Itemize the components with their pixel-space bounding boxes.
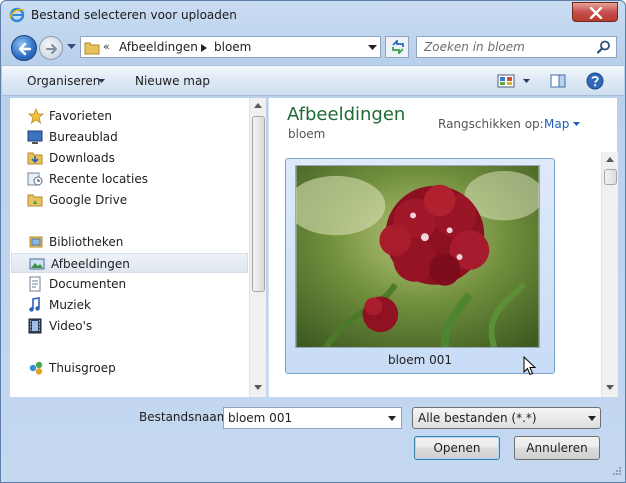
nav-item-label: Afbeeldingen [51,257,130,271]
nav-item-bureaublad[interactable]: Bureaublad [10,127,248,147]
filename-value[interactable]: bloem 001 [228,411,292,425]
folder-icon [84,42,100,55]
address-bar[interactable]: « Afbeeldingen bloem [80,36,381,58]
open-button[interactable]: Openen [414,436,500,460]
chevron-down-icon[interactable] [573,122,580,127]
chevron-right-icon[interactable] [201,44,207,52]
file-item-name: bloem 001 [387,353,453,367]
nav-item-label: Downloads [49,151,115,165]
chevron-down-icon[interactable] [523,79,530,84]
nav-item-label: Recente locaties [49,172,148,186]
nav-item-muziek[interactable]: Muziek [10,295,248,315]
libraries-icon [29,236,43,248]
arrow-right-icon [46,44,57,54]
nav-favorites[interactable]: Favorieten [10,106,248,126]
refresh-button[interactable] [385,36,409,58]
content-scroll-thumb[interactable] [604,169,617,185]
flower-thumbnail-image [295,165,540,348]
command-toolbar: Organiseren Nieuwe map [2,65,624,96]
music-icon [29,297,40,312]
downloads-folder-icon [27,152,43,165]
nav-item-recente-locaties[interactable]: Recente locaties [10,169,248,189]
nav-item-videos[interactable]: Video's [10,316,248,336]
scroll-up-arrow-icon[interactable] [254,103,262,108]
resize-grip-icon[interactable] [610,466,622,478]
internet-explorer-icon [9,7,25,23]
desktop-icon [27,130,43,144]
scroll-up-arrow-icon[interactable] [606,157,614,162]
address-segment-bloem[interactable]: bloem [214,40,251,54]
chevron-down-icon[interactable] [388,416,396,421]
address-overflow-chevron[interactable]: « [103,40,110,53]
close-icon [589,7,603,19]
nav-libraries[interactable]: Bibliotheken [10,232,248,252]
nav-homegroup[interactable]: Thuisgroep [10,358,248,378]
documents-icon [29,276,41,292]
videos-icon [28,318,42,334]
nav-item-label: Google Drive [49,193,128,207]
address-segment-afbeeldingen[interactable]: Afbeeldingen [119,40,198,54]
scroll-down-arrow-icon[interactable] [254,385,262,390]
title-bar[interactable]: Bestand selecteren voor uploaden [1,1,625,31]
library-subtitle: bloem [288,127,326,141]
nav-item-label: Bureaublad [49,130,118,144]
navigation-scrollbar[interactable] [249,98,266,397]
mouse-cursor-icon [523,356,537,376]
organise-button[interactable]: Organiseren [27,74,100,88]
google-drive-folder-icon [27,194,43,207]
nav-item-label: Documenten [49,277,127,291]
search-box[interactable]: Zoeken in bloem [416,36,617,58]
content-scrollbar[interactable] [601,152,618,397]
recent-pages-chevron-down-icon[interactable] [67,44,76,50]
search-placeholder: Zoeken in bloem [424,40,525,54]
search-icon[interactable] [597,40,611,54]
nav-item-documenten[interactable]: Documenten [10,274,248,294]
window-title: Bestand selecteren voor uploaden [31,8,237,22]
file-type-filter-value: Alle bestanden (*.*) [418,411,537,425]
new-folder-button[interactable]: Nieuwe map [135,74,210,88]
nav-item-afbeeldingen[interactable]: Afbeeldingen [11,253,248,273]
nav-item-downloads[interactable]: Downloads [10,148,248,168]
filename-label: Bestandsnaam: [139,410,233,424]
chevron-down-icon[interactable] [368,45,377,51]
navigation-pane: Favorieten Bureaublad Downloads Recente … [10,98,266,397]
chevron-down-icon[interactable] [98,79,105,84]
nav-homegroup-label: Thuisgroep [49,361,116,375]
arrow-left-icon [18,42,32,56]
nav-favorites-label: Favorieten [49,109,112,123]
preview-pane-icon[interactable] [550,74,566,88]
navigation-scroll-thumb[interactable] [252,116,265,292]
filename-input[interactable]: bloem 001 [223,407,402,429]
star-icon [28,108,44,124]
file-type-filter-select[interactable]: Alle bestanden (*.*) [412,407,601,429]
pictures-icon [29,258,45,270]
arrange-by-dropdown[interactable]: Map [544,117,569,131]
content-pane: Afbeeldingen bloem Rangschikken op: Map [268,98,618,397]
library-title: Afbeeldingen [287,104,406,125]
chevron-down-icon[interactable] [588,416,596,421]
file-dialog-window: Bestand selecteren voor uploaden « Afbee… [0,0,626,483]
nav-libraries-label: Bibliotheken [49,235,124,249]
back-button[interactable] [11,35,37,61]
help-icon[interactable] [586,72,604,90]
nav-item-label: Video's [49,319,93,333]
nav-item-label: Muziek [49,298,91,312]
file-item-bloem-001[interactable]: bloem 001 [285,158,555,374]
homegroup-icon [29,361,43,375]
change-view-icon[interactable] [497,74,515,88]
scroll-down-arrow-icon[interactable] [606,385,614,390]
recent-places-icon [27,172,43,186]
nav-item-google-drive[interactable]: Google Drive [10,190,248,210]
arrange-by-label: Rangschikken op: [438,117,544,131]
refresh-icon [392,40,404,54]
cancel-button[interactable]: Annuleren [514,436,600,460]
close-button[interactable] [572,2,618,22]
forward-button[interactable] [39,36,63,60]
